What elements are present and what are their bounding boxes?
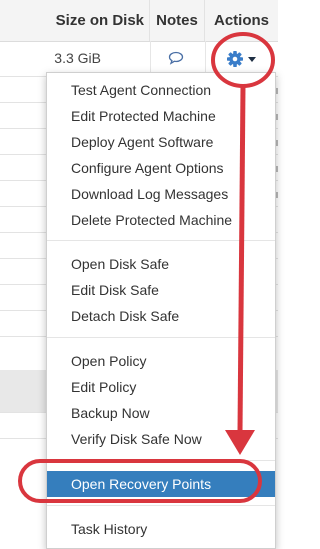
menu-item-open-disk-safe[interactable]: Open Disk Safe <box>47 251 275 277</box>
menu-divider <box>47 240 275 241</box>
menu-item-edit-disk-safe[interactable]: Edit Disk Safe <box>47 277 275 303</box>
menu-item-edit-policy[interactable]: Edit Policy <box>47 374 275 400</box>
menu-item-open-recovery-points[interactable]: Open Recovery Points <box>47 471 275 497</box>
menu-item-task-history[interactable]: Task History <box>47 516 275 542</box>
table-header: Size on Disk Notes Actions <box>0 0 278 42</box>
menu-item-verify-disk-safe-now[interactable]: Verify Disk Safe Now <box>47 426 275 452</box>
menu-item-detach-disk-safe[interactable]: Detach Disk Safe <box>47 303 275 329</box>
column-header-notes[interactable]: Notes <box>150 0 205 41</box>
menu-item-configure-agent-options[interactable]: Configure Agent Options <box>47 155 275 181</box>
menu-item-delete-protected-machine[interactable]: Delete Protected Machine <box>47 207 275 233</box>
actions-gear-button[interactable] <box>225 48 263 70</box>
menu-item-edit-protected-machine[interactable]: Edit Protected Machine <box>47 103 275 129</box>
comment-icon[interactable] <box>168 51 184 65</box>
caret-down-icon <box>248 57 256 62</box>
menu-item-test-agent-connection[interactable]: Test Agent Connection <box>47 77 275 103</box>
menu-divider <box>47 460 275 461</box>
column-header-actions: Actions <box>213 12 269 29</box>
menu-divider <box>47 337 275 338</box>
menu-item-open-policy[interactable]: Open Policy <box>47 348 275 374</box>
menu-item-download-log-messages[interactable]: Download Log Messages <box>47 181 275 207</box>
menu-item-backup-now[interactable]: Backup Now <box>47 400 275 426</box>
column-header-size-on-disk[interactable]: Size on Disk <box>0 0 150 41</box>
row-size-on-disk: 3.3 GiB <box>54 50 101 66</box>
menu-divider <box>47 505 275 506</box>
actions-dropdown-menu: Test Agent Connection Edit Protected Mac… <box>46 72 276 549</box>
menu-item-deploy-agent-software[interactable]: Deploy Agent Software <box>47 129 275 155</box>
